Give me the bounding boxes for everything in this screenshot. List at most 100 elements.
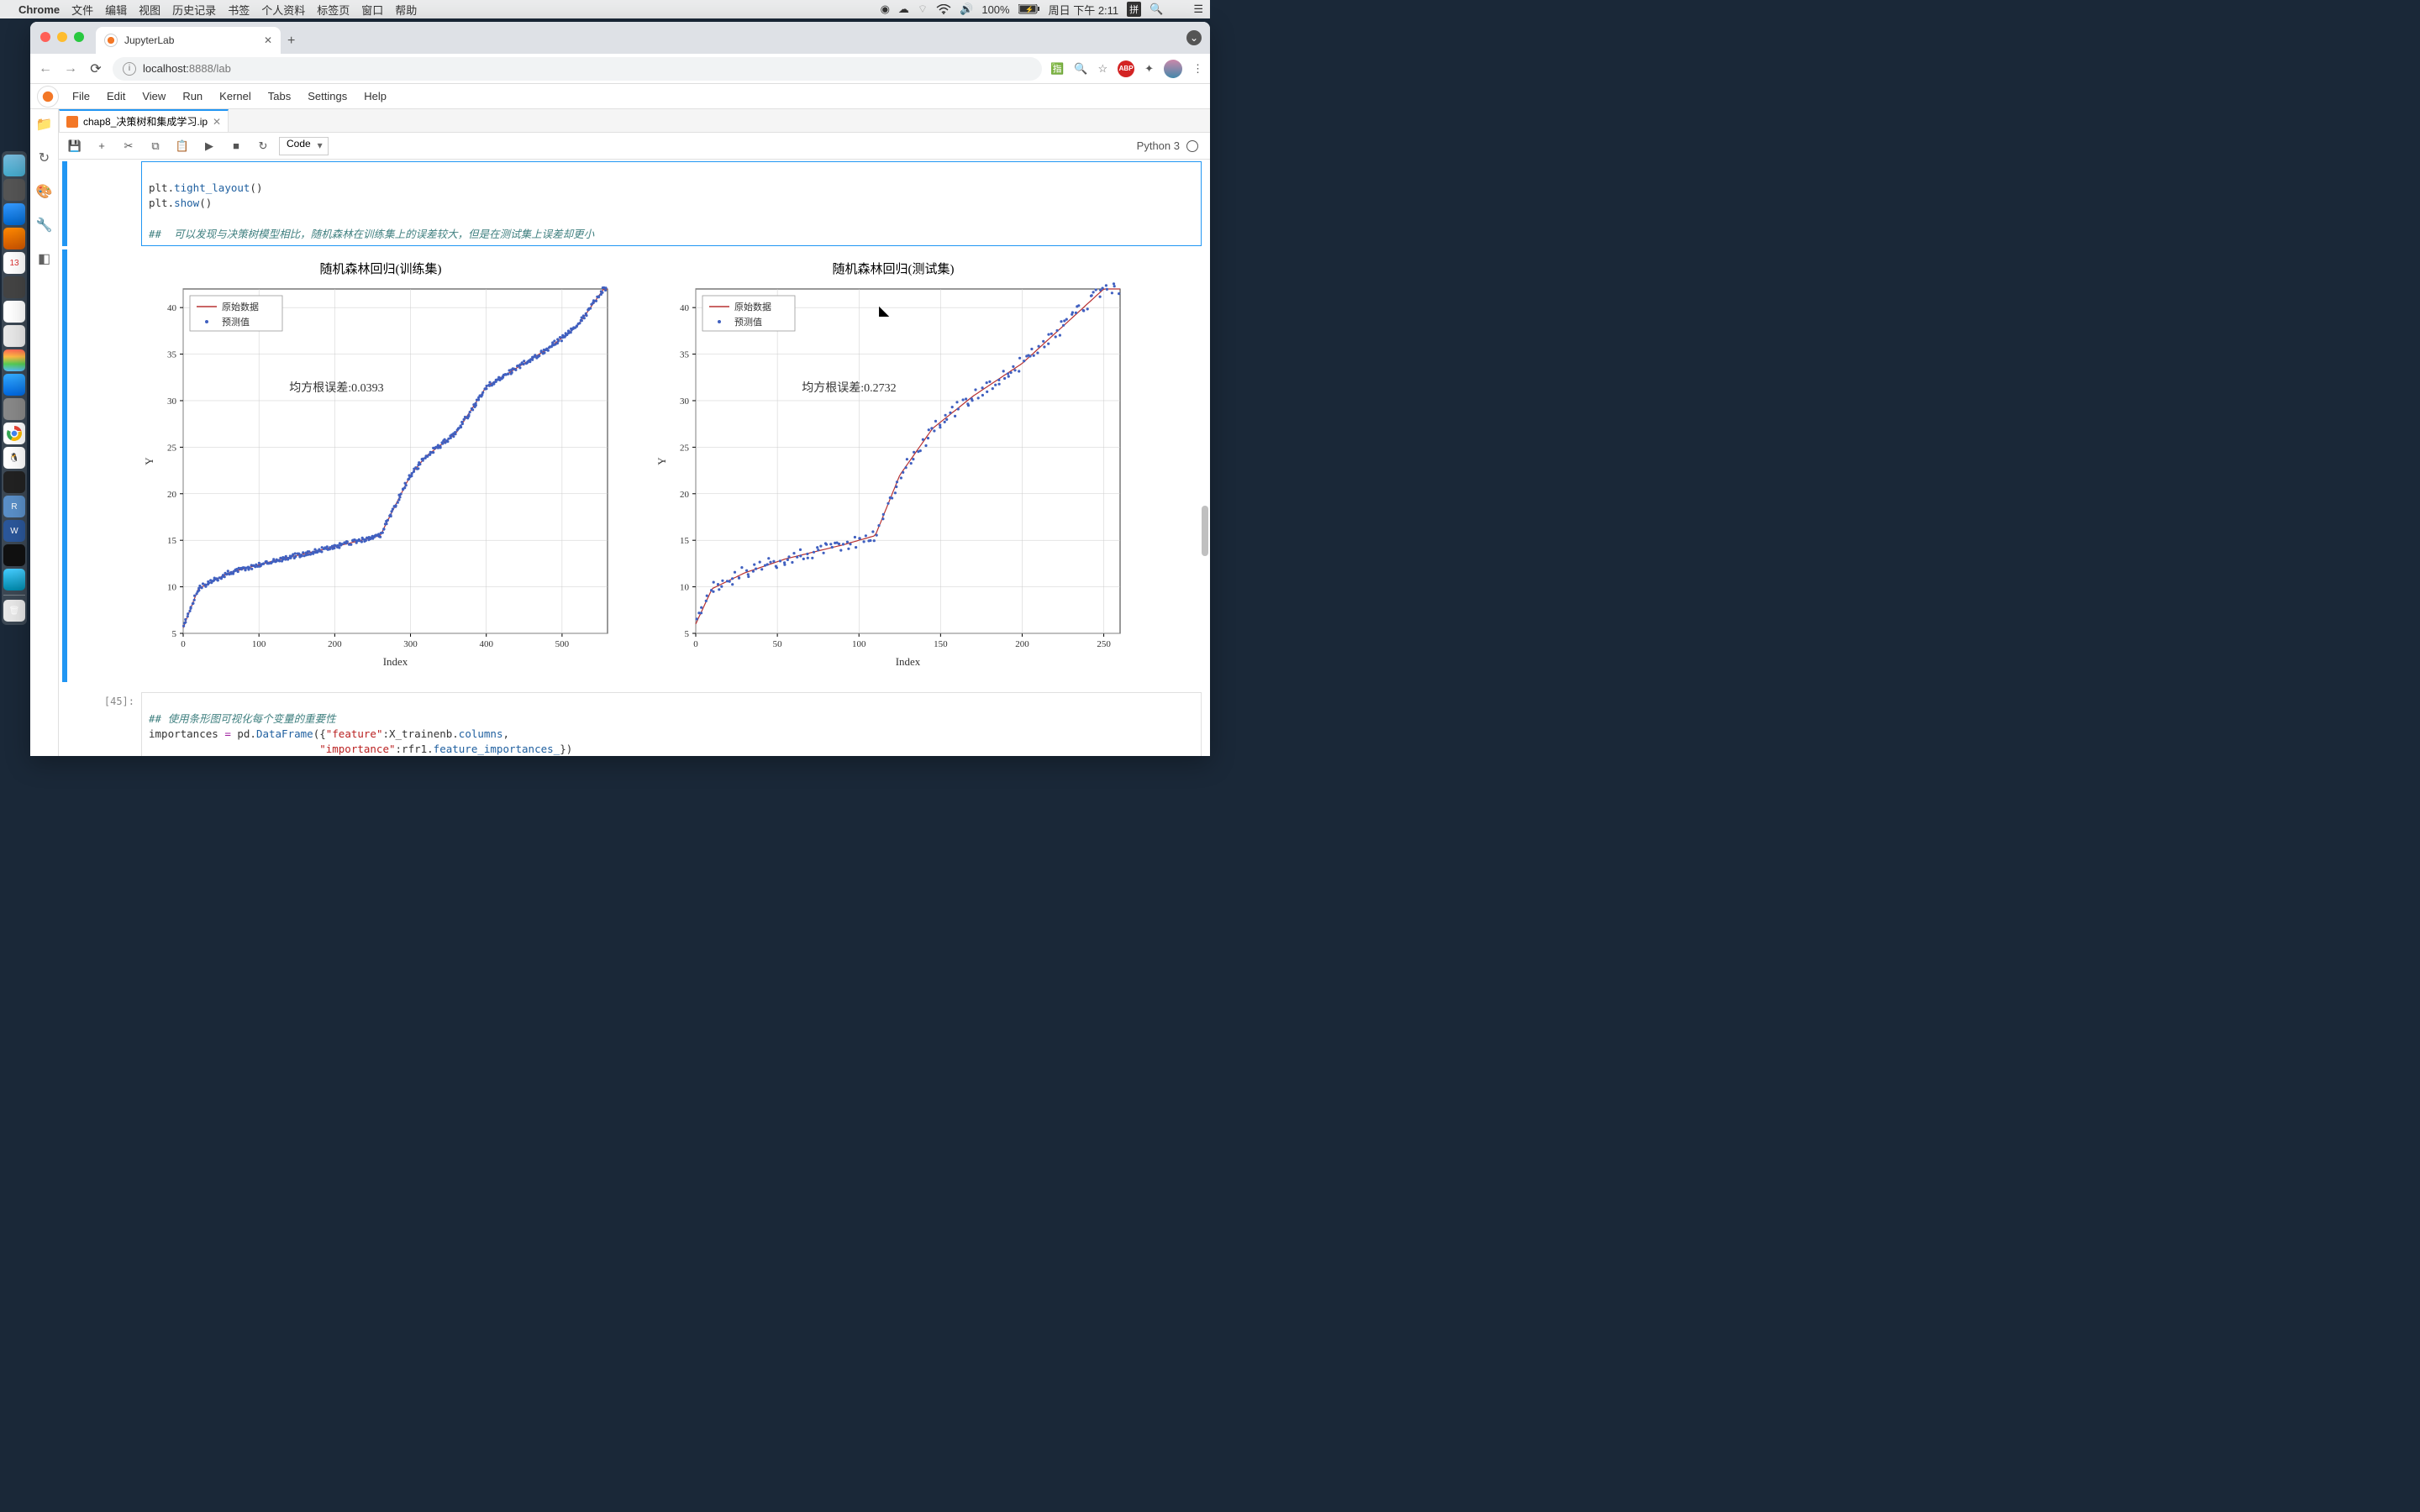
- bluetooth-icon[interactable]: ⌔: [918, 3, 928, 16]
- siri-icon[interactable]: [1171, 3, 1185, 16]
- bookmark-star-icon[interactable]: ☆: [1097, 62, 1107, 76]
- new-tab-button[interactable]: +: [287, 34, 295, 54]
- dock-monitor-icon[interactable]: [3, 544, 25, 566]
- dock-photos-icon[interactable]: [3, 349, 25, 371]
- dock-trash-icon[interactable]: 🗑: [3, 600, 25, 622]
- stop-button[interactable]: ■: [225, 136, 247, 156]
- dock-quicktime-icon[interactable]: [3, 569, 25, 591]
- reload-button[interactable]: ⟳: [87, 60, 104, 77]
- scrollbar[interactable]: [1200, 160, 1210, 756]
- jupyter-logo-icon[interactable]: [37, 86, 59, 108]
- jp-menu-help[interactable]: Help: [355, 90, 395, 102]
- paste-button[interactable]: 📋: [171, 136, 193, 156]
- dock-app2-icon[interactable]: [3, 228, 25, 249]
- chrome-menu-icon[interactable]: ⋮: [1192, 62, 1203, 76]
- dock-appstore-icon[interactable]: [3, 374, 25, 396]
- file-browser-icon[interactable]: 📁: [36, 116, 53, 133]
- spotlight-icon[interactable]: 🔍: [1150, 3, 1163, 16]
- jp-menu-settings[interactable]: Settings: [299, 90, 355, 102]
- scrollbar-thumb[interactable]: [1202, 506, 1208, 556]
- record-icon[interactable]: ◉: [881, 3, 890, 16]
- kernel-name[interactable]: Python 3: [1137, 139, 1180, 152]
- ime-icon[interactable]: 拼: [1127, 2, 1141, 17]
- kernel-status-icon[interactable]: [1186, 140, 1198, 152]
- cloud-icon[interactable]: ☁: [898, 3, 909, 16]
- jp-menu-kernel[interactable]: Kernel: [211, 90, 260, 102]
- menu-view[interactable]: 视图: [139, 2, 160, 18]
- close-tab-icon[interactable]: ✕: [264, 34, 272, 46]
- restart-button[interactable]: ↻: [252, 136, 274, 156]
- menu-bookmarks[interactable]: 书签: [228, 2, 250, 18]
- jp-menu-view[interactable]: View: [134, 90, 174, 102]
- notebook-area[interactable]: plt.tight_layout() plt.show() ## 可以发现与决策…: [59, 160, 1210, 756]
- cell-type-select[interactable]: Code: [279, 137, 329, 155]
- dock-finder-icon[interactable]: [3, 155, 25, 176]
- window-controls[interactable]: [40, 32, 84, 42]
- jp-menu-tabs[interactable]: Tabs: [260, 90, 299, 102]
- menu-window[interactable]: 窗口: [361, 2, 383, 18]
- add-cell-button[interactable]: +: [91, 136, 113, 156]
- svg-text:均方根误差:0.2732: 均方根误差:0.2732: [802, 381, 896, 395]
- forward-button[interactable]: →: [62, 61, 79, 76]
- running-icon[interactable]: ↻: [39, 150, 50, 166]
- menu-tabs[interactable]: 标签页: [317, 2, 350, 18]
- zoom-icon[interactable]: 🔍: [1074, 62, 1087, 76]
- jupyter-left-sidebar[interactable]: 📁 ↻ 🎨 🔧 ◧: [30, 109, 59, 756]
- extensions-icon[interactable]: ✦: [1144, 62, 1154, 76]
- dock-app-icon[interactable]: [3, 179, 25, 201]
- control-center-icon[interactable]: ☰: [1193, 3, 1203, 16]
- code-cell-2[interactable]: [45]: ## 使用条形图可视化每个变量的重要性 importances = …: [59, 690, 1210, 756]
- dock-safari-icon[interactable]: [3, 203, 25, 225]
- cut-button[interactable]: ✂: [118, 136, 139, 156]
- jp-menu-run[interactable]: Run: [174, 90, 211, 102]
- site-info-icon[interactable]: i: [123, 62, 136, 76]
- app-name[interactable]: Chrome: [18, 3, 60, 16]
- dock-settings-icon[interactable]: [3, 276, 25, 298]
- back-button[interactable]: ←: [37, 61, 54, 76]
- svg-text:500: 500: [555, 639, 570, 649]
- dock-chrome-icon[interactable]: [3, 423, 25, 444]
- menu-edit[interactable]: 编辑: [105, 2, 127, 18]
- dock-app3-icon[interactable]: [3, 325, 25, 347]
- svg-text:30: 30: [680, 396, 690, 407]
- notebook-tab[interactable]: chap8_决策树和集成学习.ip ✕: [59, 109, 229, 132]
- run-button[interactable]: ▶: [198, 136, 220, 156]
- commands-icon[interactable]: 🎨: [36, 183, 53, 200]
- dock-rstudio-icon[interactable]: R: [3, 496, 25, 517]
- svg-text:35: 35: [167, 349, 177, 360]
- profile-avatar-icon[interactable]: [1164, 60, 1182, 78]
- chrome-account-icon[interactable]: ⌄: [1186, 30, 1202, 45]
- menu-profile[interactable]: 个人资料: [261, 2, 305, 18]
- copy-button[interactable]: ⧉: [145, 136, 166, 156]
- menu-history[interactable]: 历史记录: [172, 2, 216, 18]
- svg-text:0: 0: [693, 639, 698, 649]
- dock-word-icon[interactable]: W: [3, 520, 25, 542]
- minimize-window-icon[interactable]: [57, 32, 67, 42]
- url-field[interactable]: i localhost:8888/lab: [113, 57, 1042, 81]
- toc-icon[interactable]: 🔧: [36, 217, 53, 234]
- code-cell[interactable]: plt.tight_layout() plt.show() ## 可以发现与决策…: [59, 160, 1210, 248]
- abp-extension-icon[interactable]: ABP: [1118, 60, 1134, 77]
- close-notebook-tab-icon[interactable]: ✕: [213, 116, 221, 128]
- dock-terminal-icon[interactable]: [3, 471, 25, 493]
- maximize-window-icon[interactable]: [74, 32, 84, 42]
- menu-file[interactable]: 文件: [71, 2, 93, 18]
- save-button[interactable]: 💾: [64, 136, 86, 156]
- dock[interactable]: 13 🐧 R W 🗑: [2, 151, 27, 625]
- dock-calendar-icon[interactable]: 13: [3, 252, 25, 274]
- dock-qq-icon[interactable]: 🐧: [3, 447, 25, 469]
- dock-notes-icon[interactable]: [3, 301, 25, 323]
- volume-icon[interactable]: 🔊: [960, 3, 973, 16]
- browser-tab[interactable]: JupyterLab ✕: [96, 27, 281, 54]
- battery-icon[interactable]: ⚡: [1018, 4, 1040, 14]
- mac-menubar[interactable]: Chrome 文件 编辑 视图 历史记录 书签 个人资料 标签页 窗口 帮助 ◉…: [0, 0, 1210, 18]
- dock-app4-icon[interactable]: [3, 398, 25, 420]
- menu-help[interactable]: 帮助: [395, 2, 417, 18]
- translate-icon[interactable]: 🈯: [1050, 62, 1064, 76]
- wifi-icon[interactable]: [936, 4, 951, 14]
- close-window-icon[interactable]: [40, 32, 50, 42]
- extensions-tab-icon[interactable]: ◧: [38, 250, 50, 267]
- jp-menu-file[interactable]: File: [64, 90, 98, 102]
- jp-menu-edit[interactable]: Edit: [98, 90, 134, 102]
- clock[interactable]: 周日 下午 2:11: [1049, 2, 1119, 18]
